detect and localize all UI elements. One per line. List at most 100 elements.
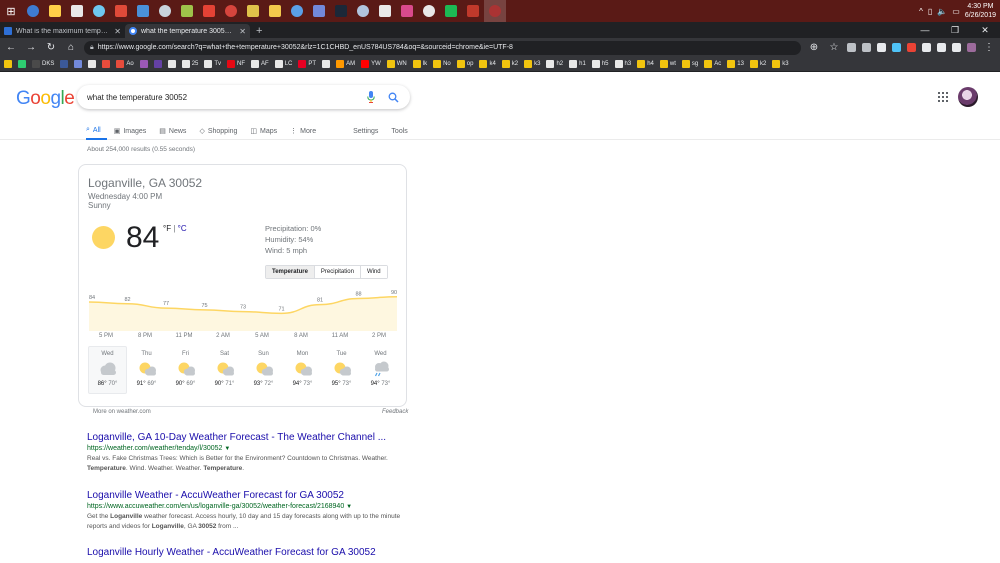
tab-all[interactable]: ⌕ All [86, 122, 107, 140]
bookmark-item[interactable]: Tv [204, 60, 224, 68]
bookmark-item[interactable]: lk [412, 60, 430, 68]
extension-icon[interactable] [907, 43, 916, 52]
forecast-day[interactable]: Sat 90° 71° [205, 346, 244, 394]
minimize-icon[interactable]: — [910, 22, 940, 38]
forecast-day[interactable]: Thu 91° 69° [127, 346, 166, 394]
bookmark-item[interactable]: PT [298, 60, 319, 68]
bookmark-item[interactable]: h5 [591, 60, 612, 68]
taskbar-app-icon[interactable] [264, 0, 286, 22]
temperature-button[interactable]: Temperature [266, 266, 315, 278]
bookmark-item[interactable]: AF [251, 60, 272, 68]
new-tab-button[interactable]: + [250, 24, 268, 38]
bookmark-item[interactable]: Ac [704, 60, 724, 68]
taskbar-app-icon[interactable] [440, 0, 462, 22]
bookmark-item[interactable]: 13 [727, 60, 747, 68]
taskbar-app-icon[interactable] [22, 0, 44, 22]
bookmark-item[interactable] [18, 60, 29, 68]
bookmark-item[interactable]: 25 [181, 60, 202, 68]
close-window-icon[interactable]: ✕ [970, 22, 1000, 38]
extension-icon[interactable] [952, 43, 961, 52]
bookmark-item[interactable]: op [456, 60, 477, 68]
taskbar-app-icon[interactable] [286, 0, 308, 22]
forecast-day[interactable]: Tue 95° 73° [322, 346, 361, 394]
location-icon[interactable]: ⊕ [807, 42, 821, 53]
chrome-menu-icon[interactable]: ⋮ [982, 42, 996, 53]
forward-icon[interactable]: → [24, 42, 38, 53]
bookmark-item[interactable] [4, 60, 15, 68]
bookmark-item[interactable]: h2 [546, 60, 566, 68]
extension-icon[interactable] [892, 43, 901, 52]
forecast-day[interactable]: Wed 94° 73° [361, 346, 400, 394]
taskbar-app-icon[interactable] [198, 0, 220, 22]
caret-down-icon[interactable]: ▼ [224, 446, 230, 452]
bookmark-item[interactable]: sg [681, 60, 701, 68]
bookmark-item[interactable]: k3 [524, 60, 543, 68]
unit-fahrenheit[interactable]: °F [163, 224, 171, 233]
forecast-day[interactable]: Sun 93° 72° [244, 346, 283, 394]
bookmark-item[interactable] [153, 60, 165, 68]
mic-icon[interactable] [364, 90, 378, 104]
bookmark-item[interactable]: No [433, 60, 454, 68]
extension-icon[interactable] [847, 43, 856, 52]
taskbar-app-icon[interactable] [66, 0, 88, 22]
bookmark-item[interactable]: Ao [116, 60, 136, 68]
google-logo[interactable]: Google [16, 88, 75, 110]
google-apps-icon[interactable] [938, 92, 948, 102]
taskbar-app-icon[interactable] [396, 0, 418, 22]
taskbar-app-icon[interactable] [88, 0, 110, 22]
bookmark-item[interactable]: k2 [749, 60, 769, 68]
search-icon[interactable] [386, 90, 400, 104]
search-input[interactable]: what the temperature 30052 [87, 93, 364, 102]
forecast-day[interactable]: Wed 86° 70° [88, 346, 127, 394]
bookmark-item[interactable]: k3 [772, 60, 791, 68]
bookmark-item[interactable]: h3 [614, 60, 635, 68]
bookmark-item[interactable]: AM [336, 60, 358, 68]
home-icon[interactable]: ⌂ [64, 42, 78, 53]
bookmark-item[interactable]: h1 [569, 60, 589, 68]
forecast-day[interactable]: Mon 94° 73° [283, 346, 322, 394]
extension-icon[interactable] [922, 43, 931, 52]
system-clock[interactable]: 4:30 PM 6/26/2019 [965, 2, 996, 20]
volume-icon[interactable]: 🔈 [937, 7, 947, 16]
result-title[interactable]: Loganville Weather - AccuWeather Forecas… [87, 490, 407, 501]
reload-icon[interactable]: ↻ [44, 42, 58, 53]
bookmark-item[interactable]: k4 [479, 60, 498, 68]
taskbar-app-icon[interactable] [154, 0, 176, 22]
taskbar-app-icon[interactable] [352, 0, 374, 22]
bookmark-item[interactable]: DKS [32, 60, 57, 68]
bookmark-item[interactable]: WN [386, 60, 410, 68]
unit-celsius[interactable]: °C [178, 224, 187, 233]
taskbar-app-icon[interactable] [132, 0, 154, 22]
tab-tools[interactable]: Tools [391, 122, 413, 140]
taskbar-app-icon[interactable] [308, 0, 330, 22]
search-box[interactable]: what the temperature 30052 [77, 85, 410, 109]
taskbar-app-icon[interactable] [242, 0, 264, 22]
precipitation-button[interactable]: Precipitation [314, 266, 361, 278]
keyboard-icon[interactable]: ▭ [952, 7, 960, 16]
caret-down-icon[interactable]: ▼ [346, 504, 352, 510]
extension-icon[interactable] [862, 43, 871, 52]
bookmark-item[interactable] [74, 60, 85, 68]
bookmark-item[interactable]: wt [659, 60, 679, 68]
bookmark-item[interactable] [60, 60, 71, 68]
back-icon[interactable]: ← [4, 42, 18, 53]
tab-maps[interactable]: ◫ Maps [250, 122, 283, 140]
close-tab-icon[interactable]: ✕ [239, 27, 246, 36]
address-bar[interactable]: 🔒︎ https://www.google.com/search?q=what+… [84, 40, 801, 55]
bookmark-item[interactable]: NF [227, 60, 248, 68]
more-on-weather-link[interactable]: More on weather.com [93, 409, 151, 415]
result-title[interactable]: Loganville Hourly Weather - AccuWeather … [87, 547, 407, 558]
wind-button[interactable]: Wind [360, 266, 387, 278]
bookmark-item[interactable]: k2 [501, 60, 521, 68]
extension-icon[interactable] [877, 43, 886, 52]
bookmark-item[interactable] [88, 60, 99, 68]
tab-more[interactable]: ⋮ More [290, 122, 322, 140]
forecast-day[interactable]: Fri 90° 69° [166, 346, 205, 394]
bookmark-item[interactable]: h4 [637, 60, 657, 68]
tab-images[interactable]: ▣ Images [114, 122, 153, 140]
result-title[interactable]: Loganville, GA 10-Day Weather Forecast -… [87, 432, 407, 443]
bookmark-star-icon[interactable]: ☆ [827, 42, 841, 53]
taskbar-app-icon[interactable] [330, 0, 352, 22]
extension-icon[interactable] [967, 43, 976, 52]
network-icon[interactable]: ▯ [928, 7, 932, 16]
